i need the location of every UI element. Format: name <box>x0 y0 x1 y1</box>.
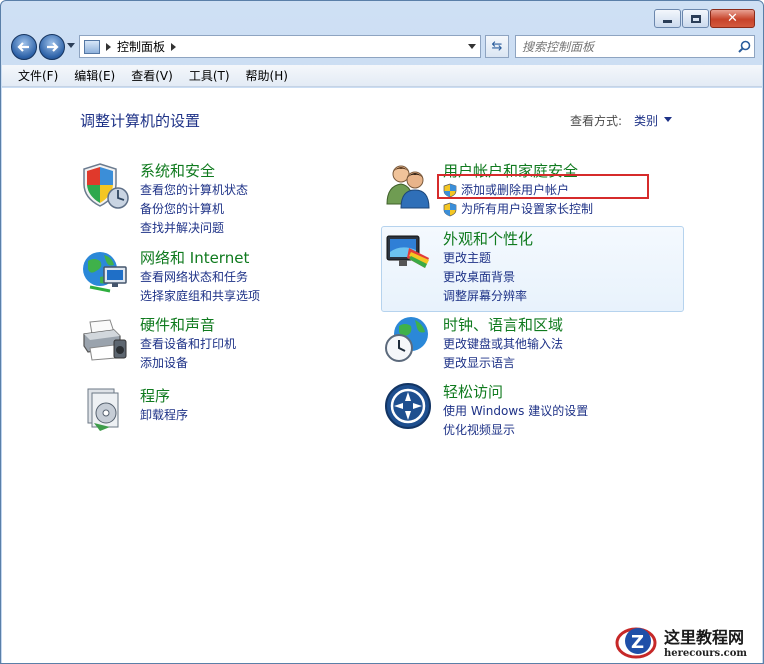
forward-button[interactable] <box>39 34 65 60</box>
link-screen-resolution[interactable]: 调整屏幕分辨率 <box>443 287 527 306</box>
link-backup-computer[interactable]: 备份您的计算机 <box>140 200 248 219</box>
control-panel-window: ✕ 控制面板 ⇆ 文件(F) 编辑(E) 查看(V) 工具(T) 帮助(H) <box>0 0 764 664</box>
clock-globe-icon <box>385 317 428 362</box>
link-change-desktop-background[interactable]: 更改桌面背景 <box>443 268 527 287</box>
link-devices-printers[interactable]: 查看设备和打印机 <box>140 335 236 354</box>
category-title[interactable]: 硬件和声音 <box>140 314 215 335</box>
breadcrumb-control-panel[interactable]: 控制面板 <box>117 38 165 55</box>
search-icon[interactable] <box>734 40 754 53</box>
category-title[interactable]: 程序 <box>140 385 170 406</box>
menu-file[interactable]: 文件(F) <box>10 67 66 84</box>
svg-text:Z: Z <box>631 632 644 653</box>
address-history-dropdown[interactable] <box>468 44 476 49</box>
annotation-highlight-box <box>437 174 649 199</box>
users-icon <box>386 165 430 209</box>
category-title[interactable]: 系统和安全 <box>140 160 215 181</box>
security-shield-icon <box>83 163 129 209</box>
watermark-url: herecours.com <box>664 647 748 659</box>
search-input[interactable] <box>516 39 734 54</box>
content-area: 调整计算机的设置 查看方式: 类别 系统和安全 查看您的计算机状态 备份您的计算… <box>2 88 762 663</box>
maximize-icon <box>690 14 701 23</box>
programs-icon <box>87 388 119 431</box>
link-troubleshoot[interactable]: 查找并解决问题 <box>140 219 248 238</box>
page-title: 调整计算机的设置 <box>80 112 201 130</box>
link-change-display-language[interactable]: 更改显示语言 <box>443 354 563 373</box>
link-homegroup-sharing[interactable]: 选择家庭组和共享选项 <box>140 287 260 306</box>
control-panel-icon <box>84 39 100 54</box>
refresh-button[interactable]: ⇆ <box>485 35 509 58</box>
appearance-monitor-icon <box>386 235 429 268</box>
network-globe-icon <box>83 252 127 293</box>
recent-pages-dropdown[interactable] <box>67 43 75 48</box>
refresh-icon: ⇆ <box>491 39 503 54</box>
category-title[interactable]: 时钟、语言和区域 <box>443 314 563 335</box>
view-by-dropdown[interactable]: 类别 <box>634 112 658 129</box>
navigation-bar: 控制面板 ⇆ <box>9 33 755 61</box>
view-by-label: 查看方式: <box>570 114 623 128</box>
link-text[interactable]: 为所有用户设置家长控制 <box>461 200 593 219</box>
link-windows-recommended-settings[interactable]: 使用 Windows 建议的设置 <box>443 402 588 421</box>
menu-help[interactable]: 帮助(H) <box>238 67 296 84</box>
link-change-keyboard[interactable]: 更改键盘或其他输入法 <box>443 335 563 354</box>
category-title[interactable]: 轻松访问 <box>443 381 503 402</box>
menu-bar: 文件(F) 编辑(E) 查看(V) 工具(T) 帮助(H) <box>2 65 762 87</box>
category-title[interactable]: 网络和 Internet <box>140 247 249 268</box>
chevron-down-icon[interactable] <box>664 117 672 122</box>
watermark: Z 这里教程网 herecours.com <box>614 619 762 663</box>
menu-view[interactable]: 查看(V) <box>123 67 181 84</box>
category-title[interactable]: 外观和个性化 <box>443 228 533 249</box>
menu-tools[interactable]: 工具(T) <box>181 67 238 84</box>
maximize-button[interactable] <box>682 9 709 28</box>
watermark-title: 这里教程网 <box>664 627 745 647</box>
search-box[interactable] <box>515 35 755 58</box>
watermark-logo-icon: Z <box>615 627 657 659</box>
printer-icon <box>83 319 127 361</box>
arrow-left-icon <box>17 42 29 52</box>
ease-of-access-icon <box>385 383 431 429</box>
caption-buttons: ✕ <box>654 9 755 28</box>
link-uninstall-program[interactable]: 卸载程序 <box>140 406 188 425</box>
close-icon: ✕ <box>727 11 738 26</box>
close-button[interactable]: ✕ <box>710 9 755 28</box>
back-button[interactable] <box>11 34 37 60</box>
link-optimize-video-display[interactable]: 优化视频显示 <box>443 421 588 440</box>
minimize-icon <box>663 20 672 23</box>
breadcrumb-separator-icon[interactable] <box>106 42 111 51</box>
minimize-button[interactable] <box>654 9 681 28</box>
menu-edit[interactable]: 编辑(E) <box>66 67 123 84</box>
breadcrumb-separator-icon[interactable] <box>171 42 177 51</box>
link-change-theme[interactable]: 更改主题 <box>443 249 527 268</box>
uac-shield-icon <box>443 202 457 217</box>
link-parental-controls[interactable]: 为所有用户设置家长控制 <box>443 200 593 219</box>
link-check-computer-status[interactable]: 查看您的计算机状态 <box>140 181 248 200</box>
link-add-device[interactable]: 添加设备 <box>140 354 236 373</box>
arrow-right-icon <box>47 42 59 52</box>
address-bar[interactable]: 控制面板 <box>79 35 481 58</box>
link-network-status[interactable]: 查看网络状态和任务 <box>140 268 260 287</box>
